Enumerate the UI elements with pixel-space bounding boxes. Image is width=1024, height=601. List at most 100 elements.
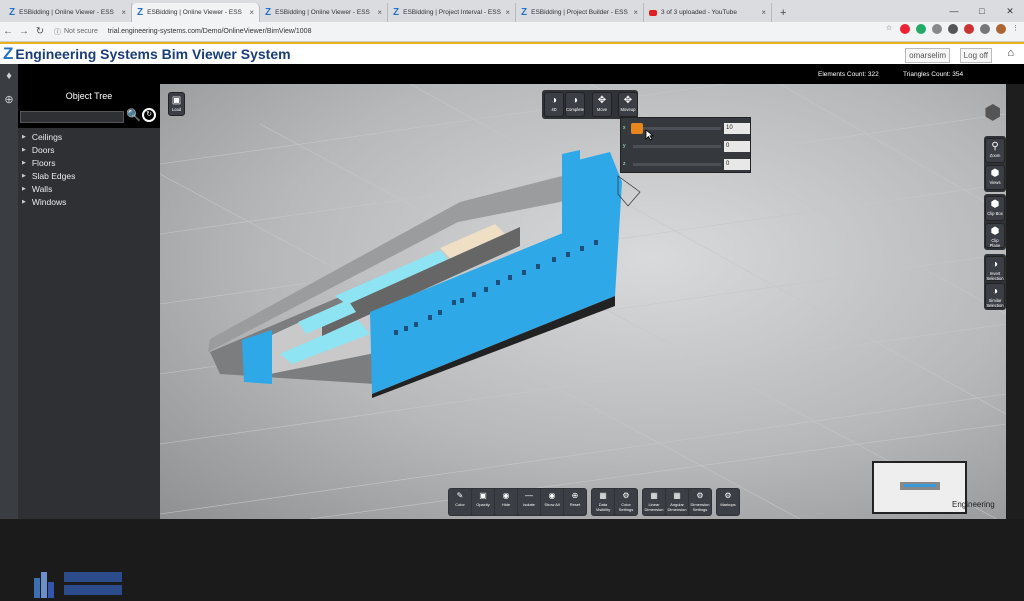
close-tab-icon[interactable]: ×: [505, 8, 510, 17]
linear-dimension-button[interactable]: ▦ Linear Dimension: [643, 489, 665, 515]
maximize-icon[interactable]: □: [968, 0, 996, 22]
expand-arrow-icon[interactable]: ▶: [22, 183, 26, 196]
tree-search-input[interactable]: [20, 111, 124, 123]
tool-label: Data Visibility: [595, 502, 611, 512]
add-icon[interactable]: ⊕: [0, 88, 18, 112]
extension-icon[interactable]: [916, 24, 926, 34]
tool-label: Isolate: [523, 502, 535, 507]
bottom-toolbar-group: ✎ Color ▣ Opacity ◉ Hide — Isolate ◉ Show All ⊕ Res…: [448, 488, 587, 516]
tool-label: Color: [455, 502, 465, 507]
extension-icon[interactable]: [964, 24, 974, 34]
data-visibility-button[interactable]: ▦ Data Visibility: [592, 489, 614, 515]
tool-icon: ▦: [599, 491, 607, 500]
browser-tab[interactable]: 3 of 3 uploaded - YouTube ×: [644, 3, 772, 22]
bottom-toolbar-group: ▦ Linear Dimension ▦ Angular Dimension ⚙ Dime…: [642, 488, 712, 516]
url-text: trial.engineering-systems.com/Demo/Onlin…: [107, 28, 312, 35]
browser-tab[interactable]: Z ESBidding | Online Viewer - ESS ×: [260, 3, 388, 22]
view-cube-icon[interactable]: ⬢: [984, 100, 1001, 125]
star-icon[interactable]: ☆: [884, 24, 894, 34]
tree-item[interactable]: ▶ Ceilings: [22, 131, 75, 144]
tab-title: ESBidding | Online Viewer - ESS: [19, 9, 114, 16]
tool-label: Angular Dimension: [667, 502, 687, 512]
tree-item-label: Walls: [31, 184, 53, 194]
layers-icon[interactable]: ♦: [0, 64, 18, 88]
close-tab-icon[interactable]: ×: [377, 8, 382, 17]
expand-arrow-icon[interactable]: ▶: [22, 170, 26, 183]
4d-button[interactable]: ◑ 4D: [544, 92, 564, 117]
expand-arrow-icon[interactable]: ▶: [22, 144, 26, 157]
extension-icon[interactable]: [900, 24, 910, 34]
offset-y-slider[interactable]: [633, 144, 721, 148]
reload-icon[interactable]: ↻: [32, 26, 48, 37]
show-all-button[interactable]: ◉ Show All: [541, 489, 563, 515]
3d-viewport[interactable]: ▣ Load ◑ 4D ◑ Complete ✥ Move ✥ Moveup x 10 …: [160, 84, 1006, 519]
new-tab-button[interactable]: +: [772, 3, 794, 22]
close-tab-icon[interactable]: ×: [761, 8, 766, 17]
angular-dimension-button[interactable]: ▦ Angular Dimension: [666, 489, 688, 515]
browser-tab[interactable]: Z ESBidding | Project Builder - ESS ×: [516, 3, 644, 22]
close-tab-icon[interactable]: ×: [249, 8, 254, 17]
reset-button[interactable]: ⊕ Reset: [564, 489, 586, 515]
offset-z-value[interactable]: 0: [724, 158, 750, 170]
offset-x-value[interactable]: 10: [724, 122, 750, 134]
tree-item[interactable]: ▶ Floors: [22, 157, 75, 170]
tree-item[interactable]: ▶ Walls: [22, 183, 75, 196]
views-button[interactable]: ⬢ Views: [985, 165, 1005, 190]
profile-icon[interactable]: [996, 24, 1006, 34]
search-icon[interactable]: 🔍: [126, 108, 141, 122]
invert-selection-button[interactable]: ◑ Invert Selection: [985, 256, 1005, 281]
minimize-icon[interactable]: —: [940, 0, 968, 22]
slider-thumb[interactable]: [631, 122, 643, 134]
forward-icon[interactable]: →: [16, 26, 32, 37]
tool-icon: ⚙: [622, 491, 630, 500]
similar-selection-button[interactable]: ◑ Similar Selection: [985, 283, 1005, 308]
tool-label: Reset: [569, 502, 581, 507]
expand-arrow-icon[interactable]: ▶: [22, 196, 26, 209]
tree-item-label: Doors: [31, 145, 55, 155]
clip-box-button[interactable]: ⬢ Clip Box: [985, 196, 1005, 221]
logoff-button[interactable]: Log off: [959, 48, 992, 63]
color-button[interactable]: ✎ Color: [449, 489, 471, 515]
expand-arrow-icon[interactable]: ▶: [22, 131, 26, 144]
zoom-button[interactable]: ⚲ Zoom: [985, 138, 1005, 163]
isolate-button[interactable]: — Isolate: [518, 489, 540, 515]
markups-button[interactable]: ⚙ Markups: [717, 489, 739, 515]
hide-button[interactable]: ◉ Hide: [495, 489, 517, 515]
tree-item[interactable]: ▶ Slab Edges: [22, 170, 75, 183]
brand-watermark: Engineering: [952, 500, 995, 509]
tree-item[interactable]: ▶ Windows: [22, 196, 75, 209]
z-logo-icon: Z: [265, 7, 272, 18]
extension-icon[interactable]: [932, 24, 942, 34]
tool-icon: ⚙: [696, 491, 704, 500]
menu-icon[interactable]: ⋮: [1012, 24, 1019, 34]
browser-tab[interactable]: Z ESBidding | Project Interval - ESS ×: [388, 3, 516, 22]
opacity-button[interactable]: ▣ Opacity: [472, 489, 494, 515]
reset-icon[interactable]: ↻: [142, 108, 156, 122]
dimension-settings-button[interactable]: ⚙ Dimension Settings: [689, 489, 711, 515]
move-button[interactable]: ✥ Move: [592, 92, 612, 117]
user-name-button[interactable]: omarselim: [905, 48, 950, 63]
move-offset-panel: x 10 y 0 z 0: [620, 117, 751, 173]
color-settings-button[interactable]: ⚙ Color Settings: [615, 489, 637, 515]
close-tab-icon[interactable]: ×: [121, 8, 126, 17]
moveup-button[interactable]: ✥ Moveup: [618, 92, 638, 117]
back-icon[interactable]: ←: [0, 26, 16, 37]
url-field[interactable]: ⓘ Not secure trial.engineering-systems.c…: [54, 27, 854, 37]
load-icon: ▣: [171, 95, 182, 106]
close-tab-icon[interactable]: ×: [633, 8, 638, 17]
clip-plane-button[interactable]: ⬢ Clip Plane: [985, 223, 1005, 248]
browser-tab[interactable]: Z ESBidding | Online Viewer - ESS ×: [132, 3, 260, 22]
complete-button[interactable]: ◑ Complete: [565, 92, 585, 117]
half-circle-icon: ◑: [991, 286, 999, 297]
home-icon[interactable]: ⌂: [1007, 47, 1014, 59]
close-window-icon[interactable]: ✕: [996, 0, 1024, 22]
offset-z-slider[interactable]: [633, 162, 721, 166]
tree-item[interactable]: ▶ Doors: [22, 144, 75, 157]
offset-y-value[interactable]: 0: [724, 140, 750, 152]
tool-icon: ▦: [650, 491, 658, 500]
expand-arrow-icon[interactable]: ▶: [22, 157, 26, 170]
extension-icon[interactable]: [980, 24, 990, 34]
extension-icon[interactable]: [948, 24, 958, 34]
load-button[interactable]: ▣ Load: [168, 92, 185, 116]
browser-tab[interactable]: Z ESBidding | Online Viewer - ESS ×: [4, 3, 132, 22]
